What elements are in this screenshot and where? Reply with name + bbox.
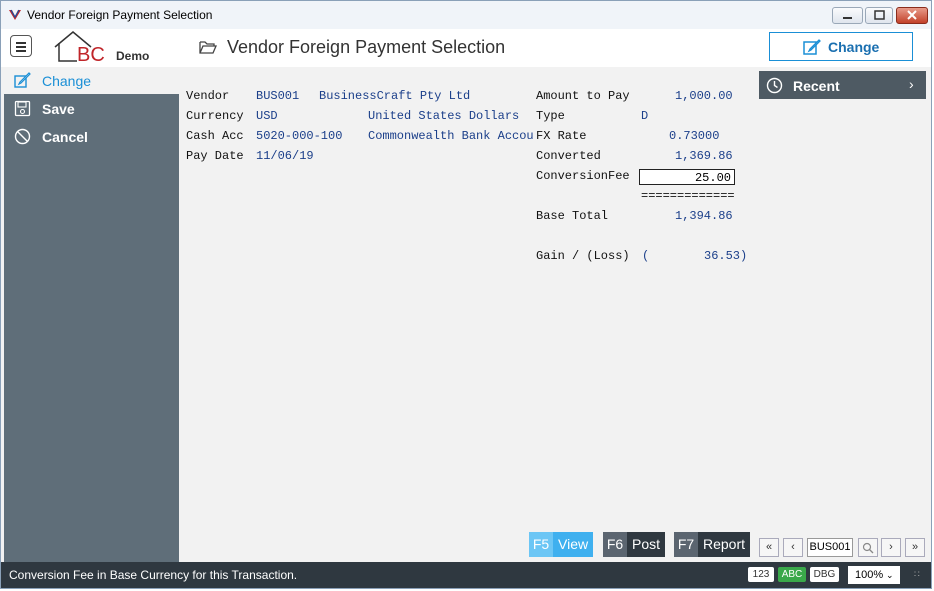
- sidebar-item-change[interactable]: Change: [4, 67, 179, 94]
- sidebar-item-label: Save: [42, 101, 75, 117]
- chevron-left-icon: ‹: [791, 541, 795, 553]
- converted-label: Converted: [536, 149, 601, 163]
- minimize-icon: [843, 17, 852, 19]
- cash-acc-name: Commonwealth Bank Accou: [368, 129, 534, 143]
- double-chevron-right-icon: »: [911, 541, 919, 553]
- menu-icon-line: [16, 50, 26, 52]
- f5-view-button[interactable]: F5 View: [529, 532, 593, 557]
- sidebar-item-label: Change: [42, 73, 92, 89]
- cash-acc-code: 5020-000-100: [256, 129, 343, 143]
- clock-icon: [766, 77, 783, 94]
- search-record-button[interactable]: [858, 538, 878, 557]
- title-bar: Vendor Foreign Payment Selection: [1, 1, 931, 29]
- change-button[interactable]: Change: [769, 32, 913, 61]
- save-icon: [14, 100, 31, 117]
- gain-loss-value: 36.53): [704, 249, 748, 263]
- currency-code: USD: [256, 109, 278, 123]
- zoom-value: 100%: [855, 569, 884, 581]
- next-record-button[interactable]: ›: [881, 538, 901, 557]
- menu-icon-line: [16, 46, 26, 48]
- numeric-mode-badge[interactable]: 123: [748, 567, 774, 582]
- menu-icon: [16, 42, 26, 44]
- close-icon: [907, 10, 917, 20]
- f7-key: F7: [674, 532, 698, 557]
- f5-key: F5: [529, 532, 553, 557]
- converted-value: 1,369.86: [675, 149, 733, 163]
- type-label: Type: [536, 109, 565, 123]
- window-title: Vendor Foreign Payment Selection: [27, 8, 213, 22]
- f6-post-button[interactable]: F6 Post: [603, 532, 665, 557]
- separator-line: =============: [641, 189, 735, 203]
- vendor-code: BUS001: [256, 89, 300, 103]
- cancel-icon: [14, 128, 31, 145]
- close-button[interactable]: [896, 7, 928, 24]
- amount-value: 1,000.00: [675, 89, 733, 103]
- folder-open-icon: [199, 41, 217, 54]
- fx-rate-label: FX Rate: [536, 129, 587, 143]
- gain-loss-label: Gain / (Loss): [536, 249, 630, 263]
- edit-icon: [14, 72, 31, 88]
- chevron-right-icon: ›: [909, 76, 914, 92]
- resize-grip-icon[interactable]: ∷: [914, 569, 920, 580]
- sidebar-item-cancel[interactable]: Cancel: [4, 123, 179, 150]
- double-chevron-left-icon: «: [765, 541, 773, 553]
- logo-text: BC: [77, 44, 105, 65]
- sidebar-item-label: Cancel: [42, 129, 88, 145]
- base-total-label: Base Total: [536, 209, 609, 223]
- f7-label: Report: [703, 536, 746, 552]
- debug-badge[interactable]: DBG: [810, 567, 839, 582]
- f5-label: View: [558, 536, 589, 552]
- record-input[interactable]: BUS001: [807, 538, 853, 557]
- alpha-mode-badge[interactable]: ABC: [778, 567, 806, 582]
- app-icon: [9, 9, 21, 20]
- sidebar-item-save[interactable]: Save: [4, 95, 179, 122]
- currency-name: United States Dollars: [368, 109, 520, 123]
- recent-label: Recent: [793, 78, 840, 94]
- app-header: BC Demo Vendor Foreign Payment Selection…: [1, 29, 931, 67]
- menu-button[interactable]: [10, 35, 32, 57]
- base-total-value: 1,394.86: [675, 209, 733, 223]
- first-record-button[interactable]: «: [759, 538, 779, 557]
- fx-rate-value: 0.73000: [669, 129, 720, 143]
- conversion-fee-input[interactable]: 25.00: [639, 169, 735, 185]
- currency-label: Currency: [186, 109, 244, 123]
- conversion-fee-label: ConversionFee: [536, 169, 630, 183]
- conversion-fee-value: 25.00: [694, 171, 731, 185]
- minimize-button[interactable]: [832, 7, 863, 24]
- house-logo-icon: BC: [54, 31, 105, 66]
- form-area: Vendor BUS001 BusinessCraft Pty Ltd Curr…: [179, 67, 759, 562]
- edit-icon: [803, 39, 821, 55]
- amount-label: Amount to Pay: [536, 89, 630, 103]
- f6-key: F6: [603, 532, 627, 557]
- last-record-button[interactable]: »: [905, 538, 925, 557]
- application-window: Vendor Foreign Payment Selection BC Demo…: [0, 0, 932, 589]
- f7-report-button[interactable]: F7 Report: [674, 532, 750, 557]
- search-icon: [862, 542, 874, 554]
- status-message: Conversion Fee in Base Currency for this…: [9, 568, 298, 582]
- maximize-icon: [874, 10, 885, 20]
- f6-label: Post: [632, 536, 661, 552]
- change-button-label: Change: [828, 39, 880, 55]
- pay-date: 11/06/19: [256, 149, 314, 163]
- gain-loss-paren: (: [642, 249, 650, 263]
- pay-date-label: Pay Date: [186, 149, 244, 163]
- chevron-down-icon: ⌄: [886, 570, 894, 580]
- sidebar: Change Save Cancel: [4, 67, 179, 562]
- zoom-select[interactable]: 100% ⌄: [848, 566, 900, 584]
- logo-subtitle: Demo: [116, 49, 150, 63]
- vendor-label: Vendor: [186, 89, 230, 103]
- cash-acc-label: Cash Acc: [186, 129, 244, 143]
- type-value: D: [641, 109, 649, 123]
- page-title: Vendor Foreign Payment Selection: [227, 37, 506, 57]
- vendor-name: BusinessCraft Pty Ltd: [319, 89, 471, 103]
- maximize-button[interactable]: [865, 7, 893, 24]
- company-logo: BC Demo: [51, 29, 161, 66]
- recent-panel-button[interactable]: Recent ›: [759, 71, 926, 99]
- prev-record-button[interactable]: ‹: [783, 538, 803, 557]
- chevron-right-icon: ›: [889, 541, 893, 553]
- status-bar: Conversion Fee in Base Currency for this…: [1, 562, 931, 588]
